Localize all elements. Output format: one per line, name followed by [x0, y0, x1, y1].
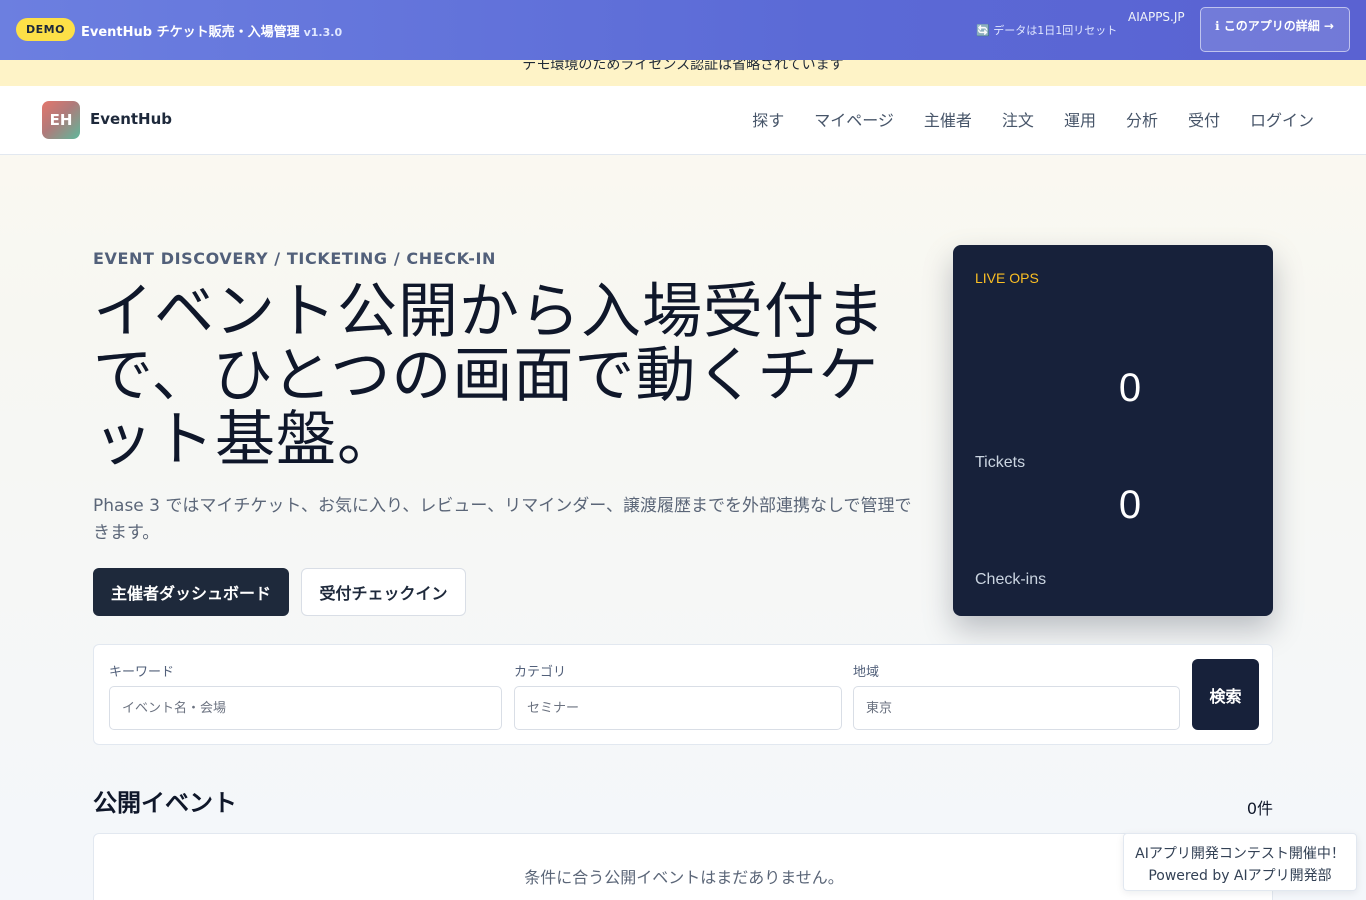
category-input[interactable] — [514, 686, 842, 730]
live-ops-label: LIVE OPS — [975, 270, 1039, 286]
checkins-count: 0 — [1118, 483, 1142, 527]
nav-item-login[interactable]: ログイン — [1250, 107, 1314, 131]
logo-mark[interactable]: EH — [42, 101, 80, 139]
event-search-panel: キーワード カテゴリ 地域 検索 — [93, 644, 1273, 745]
contest-powered-by: Powered by AIアプリ開発部 — [1148, 868, 1332, 884]
checkins-label: Check-ins — [975, 571, 1047, 588]
live-ops-card: LIVE OPS 0 Tickets 0 Check-ins — [953, 245, 1273, 616]
public-events-title: 公開イベント — [93, 789, 237, 817]
category-label: カテゴリ — [514, 665, 567, 680]
nav-item-operations[interactable]: 運用 — [1064, 107, 1096, 131]
demo-app-name: EventHub チケット販売・入場管理 — [81, 25, 300, 40]
demo-version: v1.3.0 — [303, 26, 343, 39]
empty-state-text: 条件に合う公開イベントはまだありません。 — [524, 868, 844, 887]
hero-description: Phase 3 ではマイチケット、お気に入り、レビュー、リマインダー、譲渡履歴ま… — [93, 496, 912, 543]
contest-line: AIアプリ開発コンテスト開催中！ — [1135, 846, 1345, 862]
demo-badge: DEMO — [16, 18, 75, 41]
nav-item-explore[interactable]: 探す — [752, 107, 784, 131]
nav-item-reception[interactable]: 受付 — [1188, 107, 1220, 131]
hero-eyebrow: EVENT DISCOVERY / TICKETING / CHECK-IN — [93, 249, 497, 268]
nav-item-organizer[interactable]: 主催者 — [924, 107, 972, 131]
region-label: 地域 — [853, 665, 880, 680]
region-input[interactable] — [853, 686, 1180, 730]
license-notice-text: デモ環境のためライセンス認証は省略されています — [522, 60, 844, 73]
app-details-button[interactable]: ℹ このアプリの詳細 → — [1200, 7, 1350, 52]
events-empty-state: 条件に合う公開イベントはまだありません。 — [93, 833, 1273, 900]
tickets-count: 0 — [1118, 366, 1142, 410]
contest-banner[interactable]: AIアプリ開発コンテスト開催中！ Powered by AIアプリ開発部 — [1123, 833, 1357, 891]
nav-item-mypage[interactable]: マイページ — [814, 107, 894, 131]
logo-text[interactable]: EventHub — [90, 110, 172, 128]
event-count: 0件 — [1246, 799, 1273, 818]
aiapps-site-link[interactable]: AIAPPS.JP — [1128, 10, 1185, 24]
nav-item-analytics[interactable]: 分析 — [1126, 107, 1158, 131]
keyword-label: キーワード — [109, 665, 175, 680]
license-notice-strip: デモ環境のためライセンス認証は省略されています — [0, 60, 1366, 86]
demo-app-title: EventHub チケット販売・入場管理 v1.3.0 — [81, 21, 342, 40]
organizer-dashboard-button[interactable]: 主催者ダッシュボード — [93, 568, 289, 616]
reset-notice: 🔄 データは1日1回リセット — [976, 24, 1118, 37]
tickets-label: Tickets — [975, 454, 1026, 471]
site-header: EH EventHub 探す マイページ 主催者 注文 運用 分析 受付 ログイ… — [0, 86, 1366, 155]
main-nav: 探す マイページ 主催者 注文 運用 分析 受付 ログイン — [752, 107, 1314, 131]
keyword-input[interactable] — [109, 686, 502, 730]
demo-bar: DEMO EventHub チケット販売・入場管理 v1.3.0 🔄 データは1日… — [0, 0, 1366, 60]
hero-title: イベント公開から入場受付まで、ひとつの画面で動くチケット基盤。 — [93, 277, 886, 475]
reception-checkin-button[interactable]: 受付チェックイン — [301, 568, 466, 616]
nav-item-orders[interactable]: 注文 — [1002, 107, 1034, 131]
search-button[interactable]: 検索 — [1192, 659, 1259, 730]
